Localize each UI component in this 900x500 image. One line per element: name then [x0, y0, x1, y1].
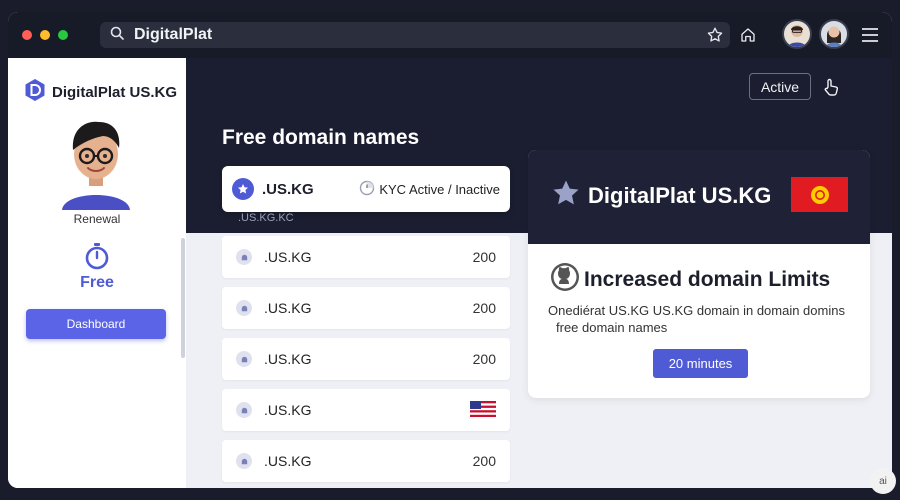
stopwatch-icon — [84, 242, 110, 275]
featured-domain-row[interactable]: .US.KG KYC Active / Inactive — [222, 166, 510, 212]
bell-icon — [236, 402, 252, 418]
corner-badge: ai — [870, 468, 896, 494]
promo-title: Increased domain Limits — [584, 268, 831, 291]
maximize-window-button[interactable] — [58, 30, 68, 40]
domain-value: 200 — [472, 351, 496, 367]
profile-avatar-1[interactable] — [782, 19, 812, 49]
kyc-status-label: KYC Active / Inactive — [379, 181, 500, 197]
star-icon — [550, 178, 582, 214]
bell-icon — [236, 300, 252, 316]
minimize-window-button[interactable] — [40, 30, 50, 40]
plan-label: Free — [80, 274, 114, 291]
sidebar: DigitalPlat US.KG Renewal Free Dashboard — [8, 58, 186, 488]
browser-window: DigitalPlat DigitalPlat US.KG Renewal Fr… — [8, 12, 892, 488]
featured-domain-label: .US.KG — [262, 180, 314, 198]
menu-hamburger-icon[interactable] — [859, 24, 881, 46]
user-avatar[interactable] — [54, 114, 138, 210]
domain-label: .US.KG — [264, 300, 312, 316]
browser-titlebar: DigitalPlat — [8, 12, 892, 58]
sidebar-scrollbar[interactable] — [181, 238, 185, 358]
page-title: Free domain names — [222, 126, 420, 149]
domain-value: 200 — [472, 249, 496, 265]
us-flag-icon — [470, 400, 496, 420]
pointer-hand-icon[interactable] — [823, 78, 839, 101]
search-icon — [110, 26, 124, 45]
domain-row[interactable]: .US.KG — [222, 389, 510, 431]
promo-description-line-2: free domain names — [556, 320, 668, 335]
promo-card: DigitalPlat US.KG Increased domain Limit… — [528, 150, 870, 398]
clock-icon — [359, 180, 375, 199]
domain-row[interactable]: .US.KG 200 — [222, 338, 510, 380]
domain-value: 200 — [472, 300, 496, 316]
address-text: DigitalPlat — [134, 26, 213, 43]
kyrgyzstan-flag-icon — [791, 177, 848, 212]
home-icon[interactable] — [737, 24, 759, 46]
promo-brand-name: DigitalPlat US.KG — [588, 183, 772, 208]
domain-row[interactable]: .US.KG 200 — [222, 440, 510, 482]
close-window-button[interactable] — [22, 30, 32, 40]
domain-label: .US.KG — [264, 249, 312, 265]
promo-description-line-1: Onediérat US.KG US.KG domain in domain d… — [548, 303, 845, 318]
minutes-button[interactable]: 20 minutes — [653, 349, 748, 378]
github-icon — [550, 262, 580, 298]
domain-label: .US.KG — [264, 351, 312, 367]
domain-row[interactable]: .US.KG 200 — [222, 287, 510, 329]
bell-icon — [236, 249, 252, 265]
main-content: Active Free domain names .US.KG KYC Acti… — [186, 58, 892, 488]
bookmark-star-icon[interactable] — [704, 24, 726, 46]
promo-brand: DigitalPlat US.KG — [550, 178, 771, 214]
bell-icon — [236, 351, 252, 367]
domain-row[interactable]: .US.KG 200 — [222, 236, 510, 278]
sidebar-brand[interactable]: DigitalPlat US.KG — [24, 78, 177, 107]
bell-icon — [236, 453, 252, 469]
kyc-status[interactable]: KYC Active / Inactive — [359, 180, 500, 199]
star-icon — [232, 178, 254, 200]
window-controls — [22, 30, 68, 40]
logo-hexagon-icon — [24, 78, 46, 107]
active-status-button[interactable]: Active — [749, 73, 811, 100]
profile-avatar-2[interactable] — [819, 19, 849, 49]
promo-title-row: Increased domain Limits — [550, 262, 830, 298]
domain-label: .US.KG — [264, 453, 312, 469]
renewal-label: Renewal — [73, 212, 121, 226]
address-bar[interactable]: DigitalPlat — [100, 22, 730, 48]
domain-value: 200 — [472, 453, 496, 469]
brand-name: DigitalPlat US.KG — [52, 84, 178, 101]
ghost-domain-text: .US.KG.KC — [238, 212, 294, 224]
promo-card-header: DigitalPlat US.KG — [528, 150, 870, 244]
domain-label: .US.KG — [264, 402, 312, 418]
dashboard-button[interactable]: Dashboard — [26, 309, 166, 339]
